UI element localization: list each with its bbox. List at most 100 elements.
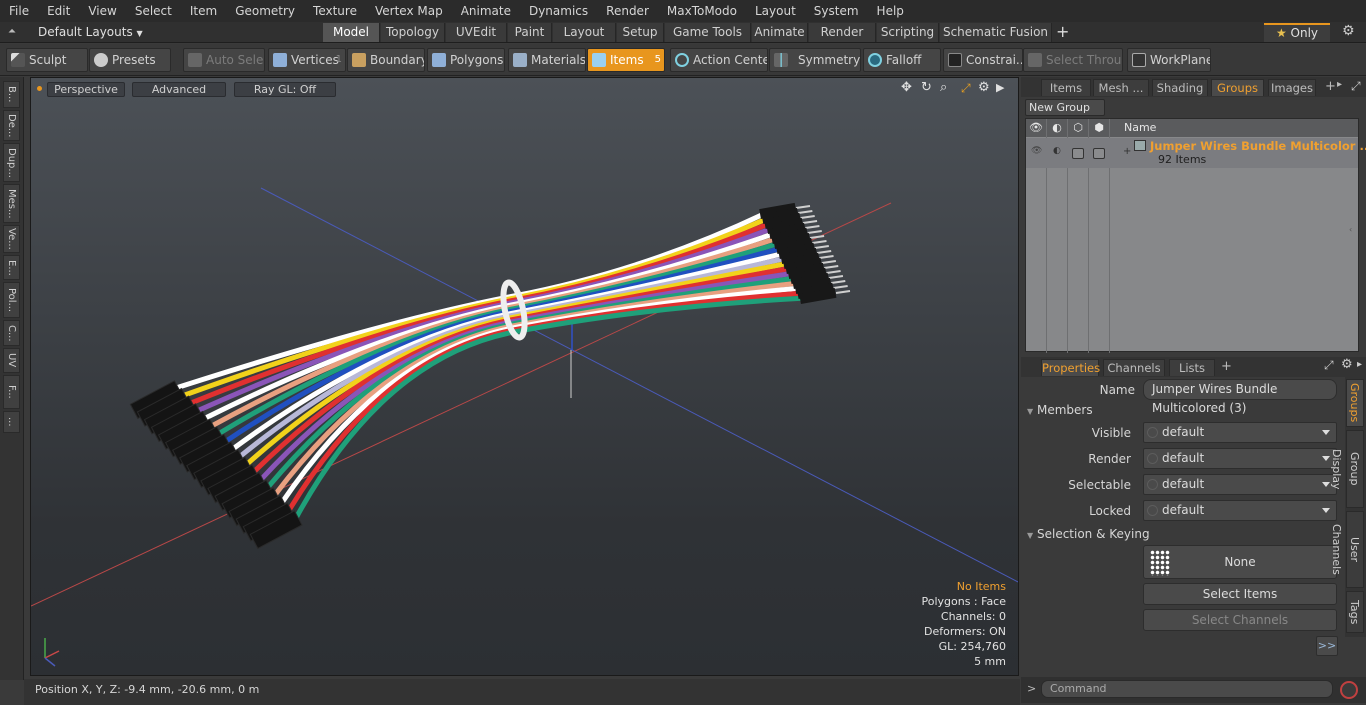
side-tab-group-display[interactable]: Group Display — [1330, 430, 1364, 508]
panel-maximize-icon[interactable]: ⤢ — [1351, 79, 1361, 94]
lock-cube-icon[interactable]: ⬢ — [1089, 119, 1110, 137]
advanced-button[interactable]: Advanced — [132, 82, 226, 97]
rotate-icon[interactable]: ↻ — [921, 80, 932, 95]
layout-tab-model[interactable]: Model — [323, 23, 380, 42]
presets-button[interactable]: Presets — [89, 48, 171, 72]
panel-more-icon[interactable]: ▸ — [1337, 79, 1342, 90]
panel-tab-shading[interactable]: Shading — [1152, 79, 1208, 96]
more-button[interactable]: >> — [1316, 636, 1338, 656]
layout-tab-uvedit[interactable]: UVEdit — [446, 23, 507, 42]
add-tab-button[interactable]: + — [1056, 22, 1072, 42]
select-items-button[interactable]: Select Items — [1143, 583, 1337, 605]
selectable-dropdown[interactable]: default — [1143, 474, 1337, 495]
menu-animate[interactable]: Animate — [452, 4, 520, 18]
row-eye-icon[interactable]: 👁 — [1031, 146, 1042, 156]
selection-keying-section[interactable]: ▼ Selection & Keying — [1027, 527, 1150, 541]
visibility-eye-icon[interactable]: 👁 — [1026, 119, 1047, 137]
left-tab-2[interactable]: Dup... — [3, 143, 20, 182]
only-toggle[interactable]: ★ Only — [1264, 23, 1330, 42]
props-gear-icon[interactable]: ⚙ — [1341, 357, 1353, 372]
props-tab-properties[interactable]: Properties — [1041, 359, 1100, 376]
menu-dynamics[interactable]: Dynamics — [520, 4, 597, 18]
render-dropdown[interactable]: default — [1143, 448, 1337, 469]
boundary-button[interactable]: Boundary — [347, 48, 425, 72]
panel-tab-mesh[interactable]: Mesh ... — [1093, 79, 1149, 96]
left-tab-8[interactable]: UV — [3, 348, 20, 373]
raygl-button[interactable]: Ray GL: Off — [234, 82, 336, 97]
layout-tab-schematic-fusion[interactable]: Schematic Fusion — [940, 23, 1052, 42]
menu-texture[interactable]: Texture — [304, 4, 366, 18]
menu-select[interactable]: Select — [126, 4, 181, 18]
left-tab-9[interactable]: F... — [3, 375, 20, 409]
menu-item[interactable]: Item — [181, 4, 226, 18]
vertices-button[interactable]: Vertices 1 — [268, 48, 346, 72]
list-scroll-handle[interactable]: ‹ — [1349, 225, 1359, 239]
layout-tab-scripting[interactable]: Scripting — [877, 23, 939, 42]
menu-maxtomodo[interactable]: MaxToModo — [658, 4, 746, 18]
3d-viewport[interactable]: Perspective Advanced Ray GL: Off ✥ ↻ ⌕ ⤢… — [30, 77, 1019, 676]
viewport-gear-icon[interactable]: ⚙ — [978, 80, 990, 95]
members-section[interactable]: ▼ Members — [1027, 403, 1093, 417]
perspective-button[interactable]: Perspective — [47, 82, 125, 97]
menu-help[interactable]: Help — [868, 4, 913, 18]
left-tab-6[interactable]: Pol... — [3, 282, 20, 318]
render-icon[interactable]: ◐ — [1047, 119, 1068, 137]
locked-dropdown[interactable]: default — [1143, 500, 1337, 521]
group-name-field[interactable]: Jumper Wires Bundle Multicolored (3) — [1143, 379, 1337, 415]
layout-tab-setup[interactable]: Setup — [617, 23, 664, 42]
command-input[interactable]: Command — [1041, 680, 1333, 698]
props-maximize-icon[interactable]: ⤢ — [1324, 358, 1334, 373]
panel-tab-items[interactable]: Items — [1041, 79, 1091, 96]
items-button[interactable]: Items 5 — [587, 48, 665, 72]
panel-tab-groups[interactable]: Groups — [1211, 79, 1264, 96]
left-tab-10[interactable]: ... — [3, 411, 20, 433]
select-cube-icon[interactable]: ⬡ — [1068, 119, 1089, 137]
layout-menu-icon[interactable]: ⏶ — [8, 26, 20, 38]
constraints-button[interactable]: Constrai... — [943, 48, 1023, 72]
side-tab-user-channels[interactable]: User Channels — [1330, 511, 1364, 588]
layout-tab-layout[interactable]: Layout — [553, 23, 616, 42]
menu-view[interactable]: View — [79, 4, 125, 18]
falloff-button[interactable]: Falloff — [863, 48, 941, 72]
panel-tab-images[interactable]: Images — [1268, 79, 1316, 96]
layout-tab-paint[interactable]: Paint — [508, 23, 552, 42]
props-tab-lists[interactable]: Lists — [1169, 359, 1215, 376]
side-tab-tags[interactable]: Tags — [1346, 591, 1364, 633]
pan-icon[interactable]: ✥ — [901, 80, 912, 95]
zoom-icon[interactable]: ⌕ — [940, 80, 947, 95]
record-icon[interactable] — [1340, 681, 1358, 699]
workplane-button[interactable]: WorkPlane — [1127, 48, 1211, 72]
sculpt-button[interactable]: Sculpt — [6, 48, 88, 72]
maximize-icon[interactable]: ⤢ — [961, 81, 971, 96]
menu-edit[interactable]: Edit — [38, 4, 79, 18]
add-property-tab-icon[interactable]: + — [1221, 359, 1232, 374]
layout-tab-render[interactable]: Render — [809, 23, 876, 42]
left-tab-3[interactable]: Mes... — [3, 184, 20, 223]
menu-render[interactable]: Render — [597, 4, 658, 18]
new-group-button[interactable]: New Group — [1025, 99, 1105, 116]
materials-button[interactable]: Materials — [508, 48, 586, 72]
menu-system[interactable]: System — [805, 4, 868, 18]
props-tab-channels[interactable]: Channels — [1103, 359, 1165, 376]
polygons-button[interactable]: Polygons — [427, 48, 505, 72]
row-select-checkbox[interactable] — [1072, 148, 1084, 159]
row-render-icon[interactable]: ◐ — [1053, 146, 1061, 156]
menu-geometry[interactable]: Geometry — [226, 4, 304, 18]
layout-tab-game-tools[interactable]: Game Tools — [665, 23, 751, 42]
left-tab-4[interactable]: Ve... — [3, 225, 20, 253]
symmetry-button[interactable]: Symmetry — [769, 48, 861, 72]
menu-file[interactable]: File — [0, 4, 38, 18]
side-tab-groups[interactable]: Groups — [1346, 379, 1364, 427]
layout-tab-animate[interactable]: Animate — [752, 23, 808, 42]
left-tab-5[interactable]: E... — [3, 255, 20, 280]
layout-dropdown[interactable]: Default Layouts ▼ — [30, 23, 151, 42]
settings-gear-icon[interactable]: ⚙ — [1342, 23, 1355, 39]
add-panel-tab-icon[interactable]: + — [1325, 79, 1336, 94]
viewport-menu-dot[interactable] — [37, 86, 42, 91]
visible-dropdown[interactable]: default — [1143, 422, 1337, 443]
expand-arrow-icon[interactable]: ▶ — [996, 81, 1004, 94]
menu-layout[interactable]: Layout — [746, 4, 805, 18]
layout-tab-topology[interactable]: Topology — [381, 23, 445, 42]
left-tab-1[interactable]: De... — [3, 110, 20, 141]
row-lock-checkbox[interactable] — [1093, 148, 1105, 159]
